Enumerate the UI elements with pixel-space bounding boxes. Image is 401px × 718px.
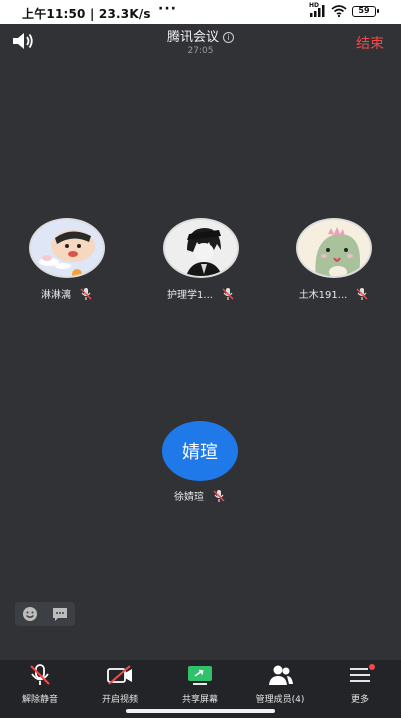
participant-name: 淋淋漓: [41, 290, 71, 301]
start-video-button[interactable]: 开启视频: [80, 664, 160, 705]
chat-controls: [15, 602, 75, 626]
status-time: 上午11:50 | 23.3K/s: [22, 7, 151, 21]
status-bar: 上午11:50 | 23.3K/s ··· HD 59: [0, 0, 401, 24]
meeting-header: 腾讯会议 i 27:05 结束: [0, 24, 401, 56]
participant-name-row: 淋淋漓: [41, 286, 93, 301]
self-participant-tile[interactable]: 婧瑄 徐婧瑄: [140, 421, 260, 504]
end-meeting-button[interactable]: 结束: [356, 33, 384, 53]
video-off-icon: [107, 665, 132, 685]
meeting-duration: 27:05: [187, 46, 214, 56]
manage-members-label: 管理成员(4): [255, 695, 305, 705]
participant-name-row: 护理学1...: [167, 286, 235, 301]
self-name: 徐婧瑄: [174, 492, 204, 503]
share-screen-label: 共享屏幕: [181, 695, 218, 705]
home-indicator[interactable]: [126, 709, 275, 713]
mic-muted-icon: [356, 287, 368, 300]
battery-icon: 59: [352, 6, 379, 17]
crayon-shin-chan-avatar: [29, 218, 105, 278]
info-icon[interactable]: i: [223, 32, 234, 43]
unmute-label: 解除静音: [21, 695, 58, 705]
mic-muted-icon: [213, 489, 225, 502]
participant-name-row: 徐婧瑄: [174, 488, 226, 503]
more-dots-icon: ···: [158, 1, 177, 17]
mic-muted-icon: [222, 287, 234, 300]
emoji-icon[interactable]: [22, 606, 38, 622]
mic-muted-icon: [30, 664, 50, 685]
unmute-button[interactable]: 解除静音: [0, 664, 80, 705]
share-screen-icon: [188, 666, 212, 685]
members-icon: [269, 665, 293, 685]
anime-boy-avatar: [163, 218, 239, 278]
start-video-label: 开启视频: [101, 695, 138, 705]
signal-icon: [310, 5, 325, 17]
self-avatar: 婧瑄: [162, 421, 238, 481]
meeting-title: 腾讯会议: [166, 30, 219, 45]
mic-muted-icon: [80, 287, 92, 300]
more-button[interactable]: 更多: [320, 664, 400, 705]
participant-tile[interactable]: 淋淋漓: [7, 218, 127, 302]
participant-tile[interactable]: 护理学1...: [141, 218, 261, 302]
share-screen-button[interactable]: 共享屏幕: [160, 664, 240, 705]
menu-icon: [350, 664, 375, 682]
participant-tile[interactable]: 土木191...: [274, 218, 394, 302]
dinosaur-avatar: [296, 218, 372, 278]
participant-name: 护理学1...: [167, 290, 213, 301]
participant-name: 土木191...: [298, 290, 348, 301]
more-label: 更多: [350, 695, 369, 705]
chat-message-icon[interactable]: [52, 606, 68, 622]
participant-name-row: 土木191...: [299, 286, 370, 301]
meeting-title-group: 腾讯会议 i 27:05: [0, 26, 401, 56]
wifi-icon: [331, 5, 347, 17]
manage-members-button[interactable]: 管理成员(4): [240, 664, 320, 705]
